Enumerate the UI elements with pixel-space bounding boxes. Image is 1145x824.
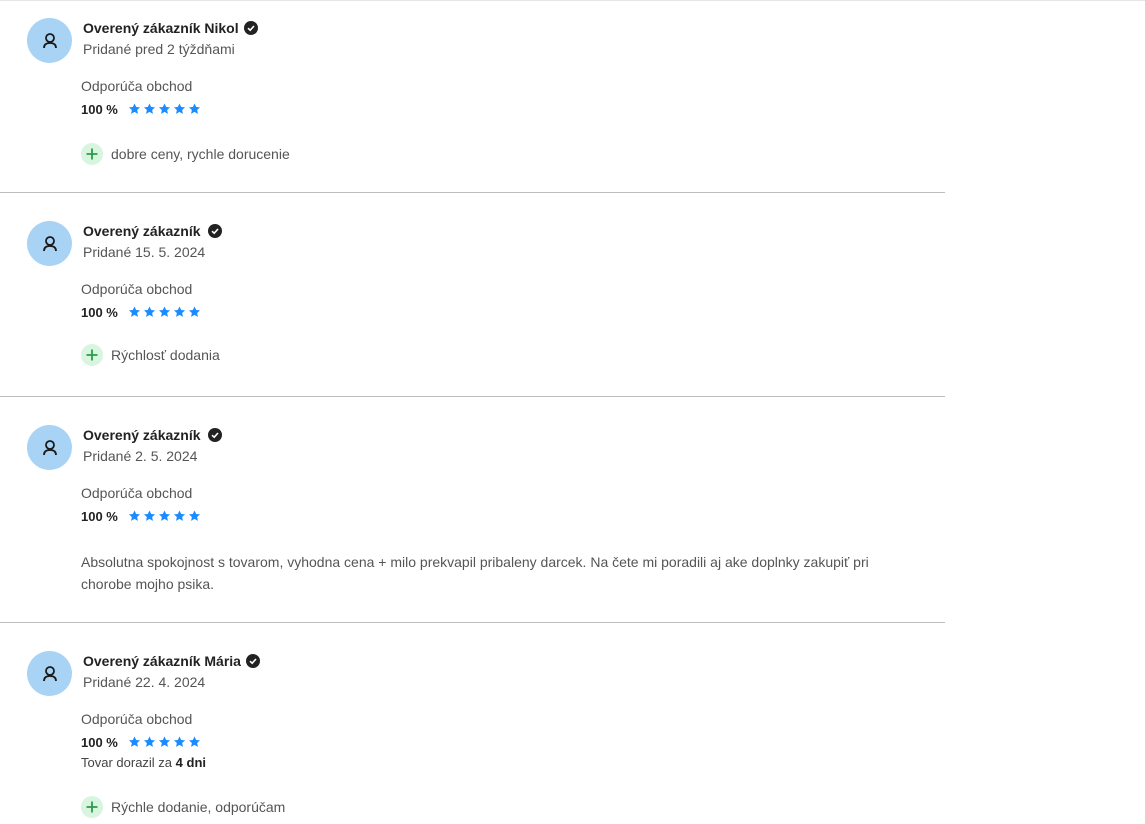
star-icon (188, 736, 200, 747)
author-name: Overený zákazník (83, 427, 201, 443)
pro-text: Rýchle dodanie, odporúčam (111, 799, 286, 815)
review-item: Overený zákazník Nikol Pridané pred 2 tý… (0, 0, 945, 193)
pro-item: Rýchlosť dodania (81, 344, 945, 366)
star-rating (127, 509, 202, 523)
recommend-label: Odporúča obchod (81, 281, 193, 297)
pro-text: dobre ceny, rychle dorucenie (111, 146, 290, 162)
user-icon (42, 665, 57, 681)
avatar (27, 221, 72, 266)
review-date: Pridané 15. 5. 2024 (83, 244, 206, 260)
star-icon (128, 736, 140, 747)
avatar (27, 425, 72, 470)
author-name: Overený zákazník Nikol (83, 20, 239, 36)
delivery-value: 4 dni (175, 755, 207, 770)
delivery-info: Tovar dorazil za 4 dni (81, 754, 945, 772)
star-rating (127, 102, 202, 116)
star-icon (188, 306, 200, 317)
rating-percent: 100 % (81, 734, 118, 750)
star-icon (188, 510, 200, 521)
rating: 100 % (81, 99, 945, 119)
rating-percent: 100 % (81, 304, 118, 320)
star-icon (128, 103, 140, 114)
review-header: Overený zákazník Pridané 15. 5. 2024 (27, 221, 945, 267)
author-name: Overený zákazník (83, 223, 201, 239)
star-icon (143, 510, 155, 521)
review-author: Overený zákazník Mária (83, 653, 260, 669)
review-item: Overený zákazník Pridané 2. 5. 2024 Odpo… (0, 397, 945, 623)
avatar (27, 18, 72, 63)
star-icon (173, 736, 185, 747)
review-header: Overený zákazník Mária Pridané 22. 4. 20… (27, 651, 945, 697)
pro-item: dobre ceny, rychle dorucenie (81, 143, 945, 165)
pro-item: Rýchle dodanie, odporúčam (81, 796, 945, 818)
check-circle-icon (207, 428, 222, 442)
star-icon (158, 510, 170, 521)
rating: 100 % (81, 302, 945, 322)
review-item: Overený zákazník Mária Pridané 22. 4. 20… (0, 623, 945, 824)
review-body: Odporúča obchod 100 % Tovar dorazil za 4… (81, 709, 945, 818)
star-rating (127, 305, 202, 319)
star-icon (143, 736, 155, 747)
check-circle-icon (245, 654, 260, 668)
user-icon (42, 32, 57, 48)
star-icon (143, 306, 155, 317)
review-author: Overený zákazník (83, 223, 222, 239)
star-icon (128, 306, 140, 317)
rating-percent: 100 % (81, 101, 118, 117)
rating: 100 % (81, 506, 945, 526)
star-icon (158, 306, 170, 317)
review-date: Pridané 2. 5. 2024 (83, 448, 198, 464)
plus-icon (81, 796, 103, 818)
recommend-label: Odporúča obchod (81, 711, 193, 727)
review-author: Overený zákazník Nikol (83, 20, 258, 36)
review-body: Odporúča obchod 100 % dobre ceny, rychle… (81, 76, 945, 165)
plus-icon (81, 143, 103, 165)
star-icon (188, 103, 200, 114)
plus-icon (81, 344, 103, 366)
review-list: Overený zákazník Nikol Pridané pred 2 tý… (0, 0, 945, 824)
review-body: Odporúča obchod 100 % Absolutna spokojno… (81, 483, 945, 595)
star-icon (173, 510, 185, 521)
review-item: Overený zákazník Pridané 15. 5. 2024 Odp… (0, 193, 945, 397)
rating-percent: 100 % (81, 508, 118, 524)
star-icon (173, 306, 185, 317)
star-icon (173, 103, 185, 114)
star-icon (158, 103, 170, 114)
user-icon (42, 235, 57, 251)
review-header: Overený zákazník Pridané 2. 5. 2024 (27, 425, 945, 471)
star-icon (128, 510, 140, 521)
pro-text: Rýchlosť dodania (111, 347, 220, 363)
avatar (27, 651, 72, 696)
review-text: Absolutna spokojnost s tovarom, vyhodna … (81, 554, 869, 592)
star-icon (158, 736, 170, 747)
delivery-prefix: Tovar dorazil za (81, 755, 173, 770)
review-author: Overený zákazník (83, 427, 222, 443)
star-rating (127, 735, 202, 749)
recommend-label: Odporúča obchod (81, 485, 193, 501)
check-circle-icon (207, 224, 222, 238)
review-header: Overený zákazník Nikol Pridané pred 2 tý… (27, 18, 945, 64)
review-date: Pridané 22. 4. 2024 (83, 674, 206, 690)
author-name: Overený zákazník Mária (83, 653, 241, 669)
check-circle-icon (243, 21, 258, 35)
recommend-label: Odporúča obchod (81, 78, 193, 94)
review-date: Pridané pred 2 týždňami (83, 41, 235, 57)
user-icon (42, 439, 57, 455)
reviews-page: Overený zákazník Nikol Pridané pred 2 tý… (0, 0, 1145, 824)
rating: 100 % (81, 732, 945, 752)
star-icon (143, 103, 155, 114)
review-body: Odporúča obchod 100 % Rýchlosť dodania (81, 279, 945, 366)
